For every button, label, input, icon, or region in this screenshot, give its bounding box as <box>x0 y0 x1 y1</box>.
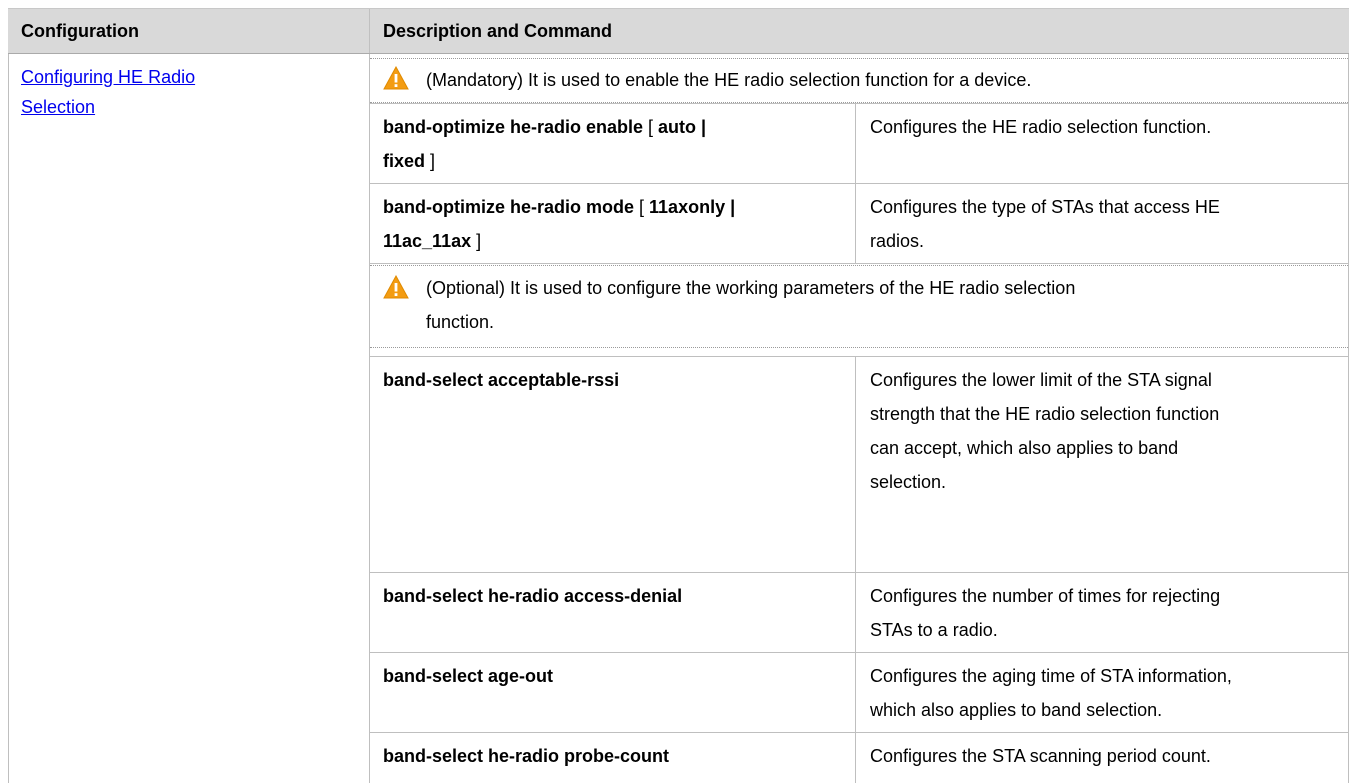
command-cell: band-optimize he-radio mode [ 11axonly |… <box>383 190 843 258</box>
description-line: radios. <box>870 231 925 251</box>
command-bracket-open: [ <box>634 197 650 217</box>
description-line: Configures the type of STAs that access … <box>870 197 1220 217</box>
table-row: band-select he-radio probe-count Configu… <box>370 733 1348 783</box>
header-configuration: Configuration <box>21 21 139 41</box>
description-line: which also applies to band selection. <box>870 700 1163 720</box>
note-line: (Optional) It is used to configure the w… <box>426 278 1076 298</box>
description-line: Configures the number of times for rejec… <box>870 586 1221 606</box>
configuration-table: Configuration Description and Command Co… <box>8 8 1349 783</box>
column-divider <box>855 104 856 183</box>
command-option: auto | <box>658 117 707 137</box>
table-header: Configuration Description and Command <box>8 8 1349 54</box>
header-divider <box>369 9 370 53</box>
table-row: band-select age-out Configures the aging… <box>370 653 1348 733</box>
description-line: Configures the lower limit of the STA si… <box>870 370 1212 390</box>
description-cell: Configures the type of STAs that access … <box>870 190 1340 258</box>
command-option: fixed <box>383 151 426 171</box>
mandatory-note: (Mandatory) It is used to enable the HE … <box>370 58 1348 102</box>
mandatory-note-text: (Mandatory) It is used to enable the HE … <box>426 70 1032 90</box>
description-cell: Configures the lower limit of the STA si… <box>870 363 1340 499</box>
note-divider-bottom <box>370 347 1348 348</box>
description-cell: Configures the aging time of STA informa… <box>870 659 1340 727</box>
link-line-2[interactable]: Selection <box>21 97 95 117</box>
description-line: strength that the HE radio selection fun… <box>870 404 1220 424</box>
column-divider <box>855 653 856 732</box>
column-divider <box>855 184 856 263</box>
description-line: can accept, which also applies to band <box>870 438 1179 458</box>
description-cell: Configures the HE radio selection functi… <box>870 117 1212 137</box>
command-cell: band-select he-radio probe-count <box>383 746 670 766</box>
column-divider <box>855 573 856 652</box>
header-description-and-command: Description and Command <box>383 21 613 41</box>
table-row: band-select he-radio access-denial Confi… <box>370 573 1348 653</box>
configuration-column: Configuring HE Radio Selection <box>8 54 370 783</box>
description-line: selection. <box>870 472 947 492</box>
description-line: STAs to a radio. <box>870 620 998 640</box>
note-line: function. <box>426 312 495 332</box>
command-cell: band-optimize he-radio enable [ auto | f… <box>383 110 843 178</box>
description-cell: Configures the number of times for rejec… <box>870 579 1340 647</box>
optional-note: (Optional) It is used to configure the w… <box>370 265 1348 347</box>
column-divider <box>855 357 856 572</box>
configuring-he-radio-selection-link[interactable]: Configuring HE Radio Selection <box>21 62 261 122</box>
description-line: Configures the aging time of STA informa… <box>870 666 1232 686</box>
command-option: 11axonly | <box>649 197 736 217</box>
command-bracket-close: ] <box>425 151 436 171</box>
command-keyword: band-optimize he-radio mode <box>383 197 635 217</box>
command-cell: band-select age-out <box>383 666 554 686</box>
command-cell: band-select acceptable-rssi <box>383 370 620 390</box>
command-bracket-open: [ <box>643 117 659 137</box>
command-keyword: band-optimize he-radio enable <box>383 117 644 137</box>
description-column: (Mandatory) It is used to enable the HE … <box>370 54 1349 783</box>
caution-icon <box>383 66 409 90</box>
description-cell: Configures the STA scanning period count… <box>870 746 1211 766</box>
command-cell: band-select he-radio access-denial <box>383 586 683 606</box>
caution-icon <box>383 275 409 299</box>
table-row: band-optimize he-radio mode [ 11axonly |… <box>370 184 1348 264</box>
optional-note-text: (Optional) It is used to configure the w… <box>426 271 1328 339</box>
command-option: 11ac_11ax <box>383 231 472 251</box>
column-divider <box>855 733 856 783</box>
link-line-1[interactable]: Configuring HE Radio <box>21 67 195 87</box>
table-row: band-optimize he-radio enable [ auto | f… <box>370 103 1348 184</box>
command-bracket-close: ] <box>471 231 482 251</box>
table-row: band-select acceptable-rssi Configures t… <box>370 356 1348 573</box>
